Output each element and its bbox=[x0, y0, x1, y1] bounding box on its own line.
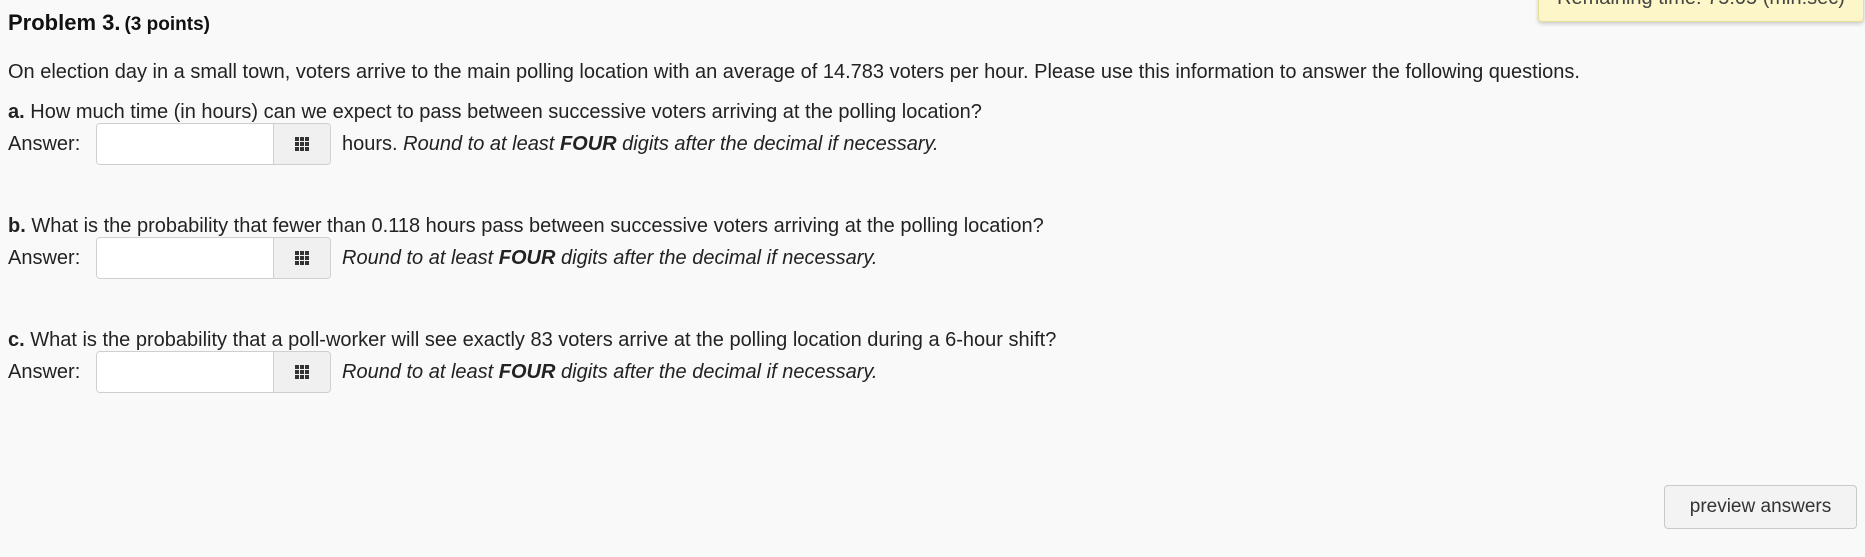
question-a-text: How much time (in hours) can we expect t… bbox=[30, 101, 982, 123]
remaining-time-banner: Remaining time: 75:05 (min:sec) bbox=[1538, 0, 1864, 22]
question-b-text: What is the probability that fewer than … bbox=[31, 215, 1044, 237]
answer-a-note-bold: FOUR bbox=[559, 132, 617, 155]
problem-intro: On election day in a small town, voters … bbox=[8, 61, 1580, 83]
answer-a-input[interactable] bbox=[97, 124, 273, 164]
answer-a-palette-button[interactable] bbox=[273, 124, 330, 164]
grid-icon bbox=[295, 251, 309, 265]
problem-number: Problem 3. bbox=[8, 10, 121, 35]
problem-points: (3 points) bbox=[124, 14, 210, 35]
answer-a-unit: hours. bbox=[342, 132, 398, 155]
answer-c-note-post: digits after the decimal if necessary. bbox=[561, 360, 878, 383]
answer-a-note-post: digits after the decimal if necessary. bbox=[622, 132, 939, 155]
question-a: a. How much time (in hours) can we expec… bbox=[8, 101, 982, 124]
answer-a-box bbox=[96, 123, 331, 165]
problem-title: Problem 3. (3 points) bbox=[8, 10, 210, 36]
grid-icon bbox=[295, 365, 309, 379]
answer-a-instructions: hours. Round to at least FOUR digits aft… bbox=[342, 133, 939, 156]
answer-b-note-bold: FOUR bbox=[498, 246, 556, 269]
answer-b-note-post: digits after the decimal if necessary. bbox=[561, 246, 878, 269]
answer-b-palette-button[interactable] bbox=[273, 238, 330, 278]
answer-c-label: Answer: bbox=[8, 360, 81, 383]
answer-b-input[interactable] bbox=[97, 238, 273, 278]
answer-b-box bbox=[96, 237, 331, 279]
answer-c-note-bold: FOUR bbox=[498, 360, 556, 383]
answer-c-instructions: Round to at least FOUR digits after the … bbox=[342, 361, 877, 384]
answer-c-palette-button[interactable] bbox=[273, 352, 330, 392]
answer-b-instructions: Round to at least FOUR digits after the … bbox=[342, 247, 877, 270]
answer-c-note-pre: Round to at least bbox=[342, 360, 494, 383]
preview-answers-button[interactable]: preview answers bbox=[1664, 485, 1857, 529]
question-a-letter: a. bbox=[8, 101, 25, 123]
answer-row-a: Answer: hours. Round to at least FOUR di… bbox=[8, 122, 939, 166]
answer-row-c: Answer: Round to at least FOUR digits af… bbox=[8, 350, 877, 394]
answer-row-b: Answer: Round to at least FOUR digits af… bbox=[8, 236, 877, 280]
question-c-text: What is the probability that a poll-work… bbox=[30, 329, 1057, 351]
answer-a-note-pre: Round to at least bbox=[403, 132, 555, 155]
question-b: b. What is the probability that fewer th… bbox=[8, 215, 1044, 238]
question-b-letter: b. bbox=[8, 215, 26, 237]
question-c-letter: c. bbox=[8, 329, 25, 351]
problem-page: Remaining time: 75:05 (min:sec) Problem … bbox=[0, 0, 1865, 557]
remaining-time-text: Remaining time: 75:05 (min:sec) bbox=[1557, 0, 1845, 9]
answer-b-note-pre: Round to at least bbox=[342, 246, 494, 269]
answer-c-input[interactable] bbox=[97, 352, 273, 392]
answer-b-label: Answer: bbox=[8, 246, 81, 269]
answer-c-box bbox=[96, 351, 331, 393]
grid-icon bbox=[295, 137, 309, 151]
question-c: c. What is the probability that a poll-w… bbox=[8, 329, 1056, 352]
answer-a-label: Answer: bbox=[8, 132, 81, 155]
